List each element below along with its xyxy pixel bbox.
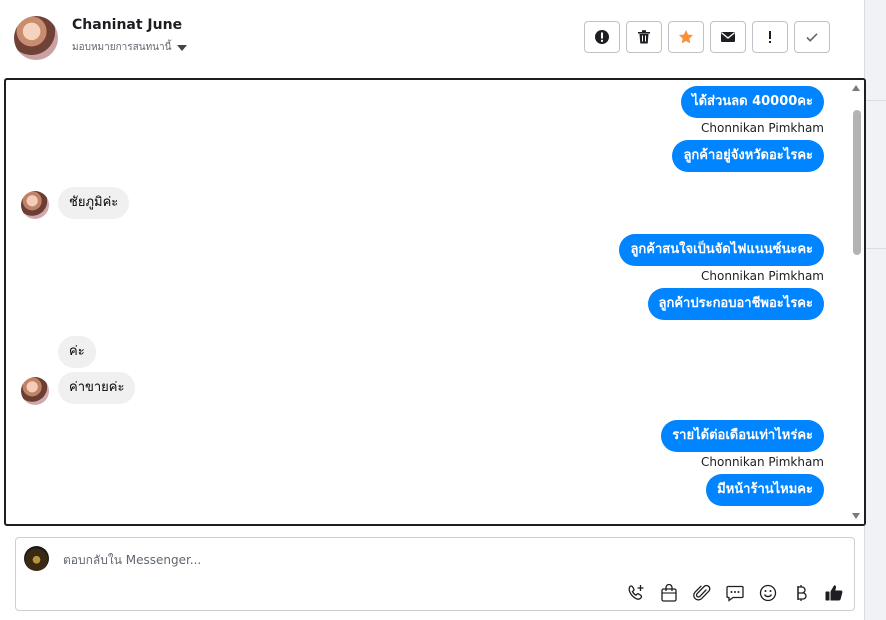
divider: [865, 100, 886, 101]
action-toolbar: [584, 21, 830, 53]
right-panel-edge: [864, 0, 886, 620]
smiley-icon: [759, 584, 777, 602]
sender-name: Chonnikan Pimkham: [701, 121, 824, 135]
trash-icon: [638, 30, 650, 44]
avatar[interactable]: [21, 191, 49, 219]
attach-button[interactable]: [690, 582, 714, 604]
incoming-message[interactable]: ชัยภูมิค่ะ: [58, 187, 130, 219]
call-button[interactable]: [624, 582, 648, 604]
outgoing-message[interactable]: ลูกค้าสนใจเป็นจัดไฟแนนซ์นะคะ: [619, 234, 824, 266]
scroll-up-arrow-icon[interactable]: [852, 85, 860, 91]
mark-done-button[interactable]: [794, 21, 830, 53]
scrollbar-thumb[interactable]: [853, 110, 861, 255]
reply-composer: [15, 537, 855, 611]
mark-unread-button[interactable]: [710, 21, 746, 53]
emoji-button[interactable]: [756, 582, 780, 604]
payment-button[interactable]: [789, 582, 813, 604]
envelope-icon: [721, 32, 735, 42]
conversation-header: Chaninat June มอบหมายการสนทนานี้: [0, 0, 864, 78]
message-thread[interactable]: ได้ส่วนลด 40000คะ Chonnikan Pimkham ลูกค…: [4, 78, 866, 526]
assign-label: มอบหมายการสนทนานี้: [72, 42, 172, 53]
alert-circle-icon: [595, 30, 609, 44]
page-avatar: [24, 546, 49, 571]
baht-icon: [797, 585, 807, 601]
outgoing-message[interactable]: ลูกค้าประกอบอาชีพอะไรคะ: [647, 288, 824, 320]
checkmark-icon: [806, 33, 818, 42]
thumbs-up-icon: [825, 585, 843, 601]
shopping-bag-icon: [661, 583, 677, 602]
caret-down-icon: [177, 44, 188, 51]
contact-name[interactable]: Chaninat June: [72, 17, 182, 33]
incoming-message[interactable]: ค่าขายค่ะ: [58, 372, 136, 404]
paperclip-icon: [693, 584, 711, 601]
reply-input[interactable]: [61, 548, 765, 572]
speech-bubble-icon: [726, 585, 744, 602]
sender-name: Chonnikan Pimkham: [701, 455, 824, 469]
scrollbar[interactable]: [848, 80, 864, 524]
composer-toolbar: [624, 582, 846, 604]
report-button[interactable]: [584, 21, 620, 53]
outgoing-message[interactable]: ลูกค้าอยู่จังหวัดอะไรคะ: [672, 140, 824, 172]
star-icon: [679, 30, 693, 44]
assign-conversation-dropdown[interactable]: มอบหมายการสนทนานี้: [72, 40, 188, 55]
phone-plus-icon: [628, 585, 644, 600]
outgoing-message[interactable]: มีหน้าร้านไหมคะ: [706, 474, 824, 506]
delete-button[interactable]: [626, 21, 662, 53]
sender-name: Chonnikan Pimkham: [701, 269, 824, 283]
avatar[interactable]: [21, 377, 49, 405]
incoming-message[interactable]: ค่ะ: [58, 336, 96, 368]
divider: [865, 248, 886, 249]
spam-button[interactable]: [752, 21, 788, 53]
avatar[interactable]: [14, 16, 58, 60]
like-button[interactable]: [822, 582, 846, 604]
shop-button[interactable]: [657, 582, 681, 604]
outgoing-message[interactable]: รายได้ต่อเดือนเท่าไหร่คะ: [661, 420, 824, 452]
star-button[interactable]: [668, 21, 704, 53]
outgoing-message[interactable]: ได้ส่วนลด 40000คะ: [681, 86, 824, 118]
saved-replies-button[interactable]: [723, 582, 747, 604]
exclamation-icon: [769, 31, 771, 43]
scroll-down-arrow-icon[interactable]: [852, 513, 860, 519]
